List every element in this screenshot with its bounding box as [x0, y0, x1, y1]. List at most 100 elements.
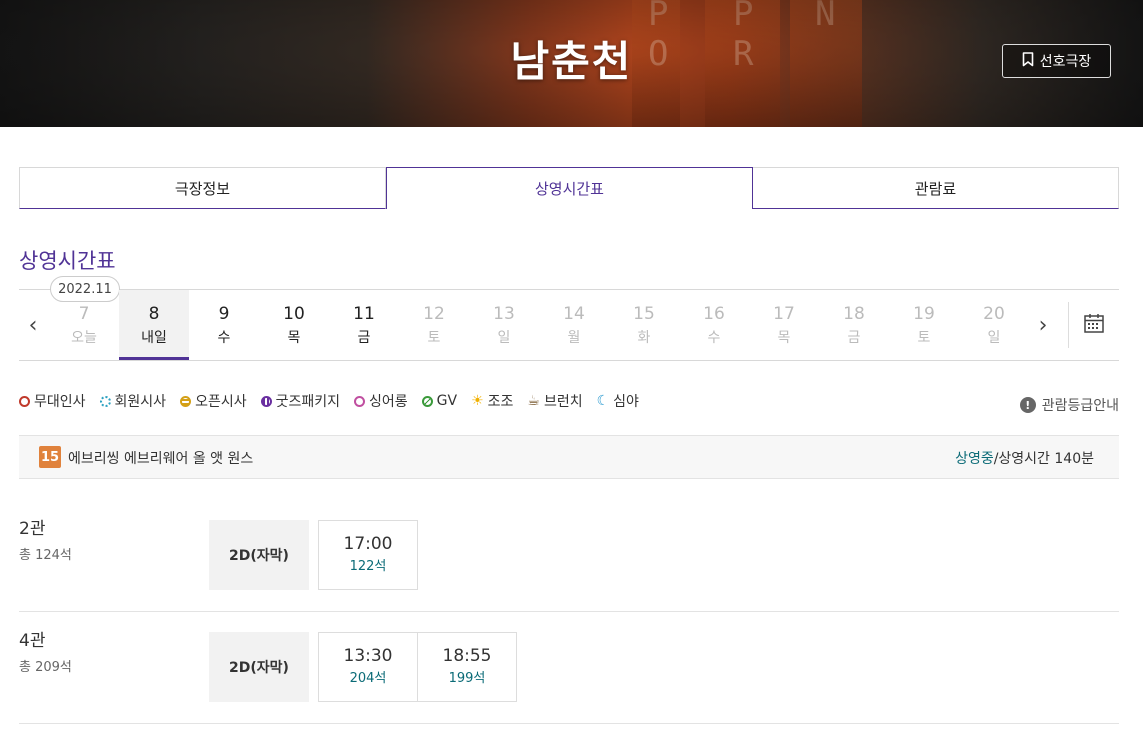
date-item-disabled: 12 토 [399, 290, 469, 360]
date-number: 12 [423, 304, 445, 324]
date-weekday: 일 [987, 330, 1001, 346]
date-weekday: 금 [847, 330, 861, 346]
legend-item: 회원시사 [99, 391, 166, 411]
date-selector: 2022.11 ‹ 7 오늘 8 내일 9 수 10 목 11 금 12 토 1… [19, 276, 1119, 361]
date-weekday: 오늘 [71, 330, 97, 346]
date-weekday: 목 [777, 330, 791, 346]
legend-item: ☀ 조조 [471, 393, 514, 410]
calendar-button[interactable] [1068, 302, 1119, 348]
open-preview-icon [180, 395, 192, 407]
date-number: 17 [773, 304, 795, 324]
showtime-time: 17:00 [343, 534, 393, 554]
date-weekday: 내일 [141, 330, 167, 346]
hero-banner: P P N O R 남춘천 선호극장 [0, 0, 1143, 127]
date-weekday: 화 [637, 330, 651, 346]
section-title: 상영시간표 [19, 249, 116, 273]
date-number: 13 [493, 304, 515, 324]
gv-icon [421, 395, 433, 407]
prev-date-button[interactable]: ‹ [19, 290, 47, 360]
tab-prices[interactable]: 관람료 [753, 167, 1119, 209]
member-preview-icon [99, 395, 111, 407]
calendar-icon [1083, 312, 1105, 338]
date-item-selected[interactable]: 8 내일 [119, 290, 189, 360]
date-item-disabled: 14 월 [539, 290, 609, 360]
date-item[interactable]: 11 금 [329, 290, 399, 360]
theater-tabs: 극장정보 상영시간표 관람료 [19, 167, 1119, 209]
hall-seats: 총 124석 [19, 548, 72, 563]
screening-status: 상영중 [955, 451, 994, 467]
favorite-label: 선호극장 [1039, 54, 1092, 70]
date-weekday: 금 [357, 330, 371, 346]
showtime-time: 13:30 [343, 646, 393, 666]
movie-status: 상영중/상영시간 140분 [955, 448, 1094, 468]
date-item-disabled: 20 일 [959, 290, 1029, 360]
favorite-theater-button[interactable]: 선호극장 [1002, 44, 1111, 78]
date-weekday: 토 [917, 330, 931, 346]
date-weekday: 일 [497, 330, 511, 346]
date-number: 9 [218, 304, 230, 324]
date-number: 14 [563, 304, 585, 324]
date-weekday: 목 [287, 330, 301, 346]
showtime-remaining-seats: 199석 [448, 671, 486, 686]
showtime-slot[interactable]: 18:55 199석 [417, 632, 517, 702]
date-item[interactable]: 10 목 [259, 290, 329, 360]
date-number: 18 [843, 304, 865, 324]
date-item[interactable]: 7 오늘 [49, 290, 119, 360]
hall-seats: 총 209석 [19, 660, 72, 675]
hall-name: 4관 [19, 631, 46, 651]
screen-format: 2D(자막) [209, 520, 309, 590]
sun-icon: ☀ [471, 393, 484, 409]
moon-icon: ☾ [596, 393, 610, 409]
hall-row: 4관 총 209석 2D(자막) 13:30 204석 18:55 199석 [19, 612, 1119, 724]
theater-title: 남춘천 [510, 37, 633, 86]
bookmark-icon [1022, 51, 1034, 71]
chevron-right-icon: › [1038, 312, 1048, 338]
date-number: 15 [633, 304, 655, 324]
date-item-disabled: 13 일 [469, 290, 539, 360]
info-icon: ! [1019, 397, 1036, 413]
event-legend: 무대인사 회원시사 오픈시사 굿즈패키지 싱어롱 GV ☀ 조조 ☕ 브런치 ☾ 심야 [19, 391, 639, 411]
date-number: 8 [148, 304, 160, 324]
tab-theater-info[interactable]: 극장정보 [19, 167, 386, 209]
date-item-disabled: 15 화 [609, 290, 679, 360]
legend-item: 굿즈패키지 [260, 391, 340, 411]
legend-item: 싱어롱 [354, 391, 408, 411]
chevron-left-icon: ‹ [28, 312, 38, 338]
next-date-button[interactable]: › [1029, 290, 1057, 360]
date-weekday: 토 [427, 330, 441, 346]
date-number: 11 [353, 304, 375, 324]
showtime-slot[interactable]: 13:30 204석 [318, 632, 418, 702]
legend-item: 무대인사 [19, 391, 86, 411]
date-number: 19 [913, 304, 935, 324]
rating-guide-link[interactable]: ! 관람등급안내 [1019, 395, 1119, 415]
showtime-remaining-seats: 204석 [349, 671, 387, 686]
date-item[interactable]: 9 수 [189, 290, 259, 360]
date-number: 10 [283, 304, 305, 324]
legend-item: ☾ 심야 [596, 393, 639, 410]
hall-name: 2관 [19, 519, 46, 539]
date-item-disabled: 16 수 [679, 290, 749, 360]
legend-item: GV [421, 391, 457, 411]
showtime-slot[interactable]: 17:00 122석 [318, 520, 418, 590]
legend-item: 오픈시사 [180, 391, 247, 411]
date-weekday: 수 [707, 330, 721, 346]
showtime-time: 18:55 [442, 646, 492, 666]
runtime: /상영시간 140분 [993, 451, 1094, 467]
movie-header: 15 에브리씽 에브리웨어 올 앳 원스 상영중/상영시간 140분 [19, 435, 1119, 479]
date-number: 20 [983, 304, 1005, 324]
movie-title-link[interactable]: 에브리씽 에브리웨어 올 앳 원스 [68, 448, 253, 468]
showtime-remaining-seats: 122석 [349, 559, 387, 574]
date-weekday: 수 [217, 330, 231, 346]
age-rating-badge: 15 [39, 446, 61, 468]
goods-package-icon [260, 395, 272, 407]
date-item-disabled: 18 금 [819, 290, 889, 360]
date-item-disabled: 19 토 [889, 290, 959, 360]
tab-showtimes[interactable]: 상영시간표 [386, 167, 753, 209]
legend-item: ☕ 브런치 [527, 393, 583, 410]
date-item-disabled: 17 목 [749, 290, 819, 360]
hall-row: 2관 총 124석 2D(자막) 17:00 122석 [19, 500, 1119, 612]
date-weekday: 월 [567, 330, 581, 346]
stage-greeting-icon [19, 395, 30, 407]
singalong-icon [354, 395, 365, 407]
date-number: 16 [703, 304, 725, 324]
